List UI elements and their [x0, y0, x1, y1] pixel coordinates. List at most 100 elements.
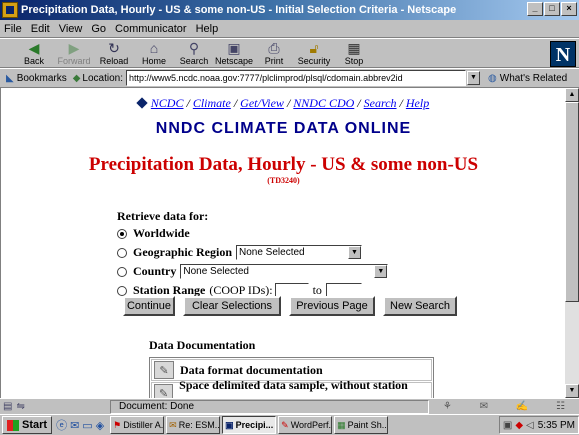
nav-ncdc-link[interactable]: NCDC — [151, 96, 184, 110]
nav-climate-link[interactable]: Climate — [193, 96, 231, 110]
stop-button[interactable]: ▦ Stop — [334, 39, 374, 69]
menu-help[interactable]: Help — [196, 23, 219, 35]
nav-separator: / — [399, 96, 403, 110]
clock[interactable]: 5:35 PM — [538, 420, 575, 431]
mail-icon[interactable]: ✉ — [480, 401, 488, 412]
scroll-down-button[interactable]: ▼ — [565, 384, 579, 398]
menu-view[interactable]: View — [59, 23, 83, 35]
task-label: Distiller A... — [123, 420, 165, 430]
doc-sample-label: Space delimited data sample, without sta… — [179, 378, 408, 398]
task-wordperfect[interactable]: ✎ WordPerf... — [278, 416, 333, 434]
station-range-radio[interactable] — [117, 285, 127, 296]
back-label: Back — [23, 56, 44, 66]
bookmarks-label: Bookmarks — [16, 72, 67, 84]
volume-icon[interactable]: ◁ — [526, 420, 534, 431]
start-button[interactable]: Start — [2, 416, 53, 434]
reload-button[interactable]: ↻ Reload — [94, 39, 134, 69]
minimize-button[interactable]: _ — [527, 2, 543, 16]
previous-page-button[interactable]: Previous Page — [289, 296, 375, 316]
nav-nndc-cdo-link[interactable]: NNDC CDO — [293, 96, 354, 110]
print-icon: ⎙ — [268, 40, 280, 56]
stop-icon: ▦ — [347, 40, 361, 56]
bookmarks-button[interactable]: ◣ Bookmarks — [6, 73, 67, 84]
selection-form: Retrieve data for: Worldwide Geographic … — [117, 208, 389, 300]
doc-row: ✎ Space delimited data sample, without s… — [151, 378, 432, 398]
tray-icon[interactable]: ◆ — [515, 420, 523, 431]
data-documentation: Data Documentation ✎ Data format documen… — [149, 338, 434, 398]
quicklaunch-desktop-icon[interactable]: ▭ — [82, 419, 92, 432]
page-title: Precipitation Data, Hourly - US & some n… — [88, 154, 479, 175]
chevron-down-icon: ▼ — [374, 265, 388, 278]
netscape-icon: ▣ — [227, 40, 241, 56]
dataset-code: (TD3240) — [267, 176, 300, 185]
scroll-up-button[interactable]: ▲ — [565, 88, 579, 102]
stop-label: Stop — [344, 56, 364, 66]
related-icon: ◍ — [488, 72, 497, 84]
close-button[interactable]: × — [561, 2, 577, 16]
status-bar: ▤ ⇋ Document: Done ⚘ ✉ ✍ ☷ — [0, 398, 579, 414]
new-search-button[interactable]: New Search — [383, 296, 457, 316]
menu-go[interactable]: Go — [91, 23, 106, 35]
whats-related-label: What's Related — [499, 72, 568, 84]
navigator-icon[interactable]: ⚘ — [443, 401, 452, 412]
quicklaunch-channels-icon[interactable]: ◈ — [96, 419, 104, 432]
task-label: Re: ESM... — [178, 420, 221, 430]
tray-icon[interactable]: ▣ — [503, 420, 512, 431]
window-titlebar[interactable]: Precipitation Data, Hourly - US & some n… — [0, 0, 579, 20]
country-radio[interactable] — [117, 266, 127, 277]
home-label: Home — [141, 56, 166, 66]
task-paintshop[interactable]: ▦ Paint Sh... — [334, 416, 389, 434]
continue-button[interactable]: Continue — [123, 296, 175, 316]
worldwide-radio[interactable] — [117, 228, 127, 239]
menu-communicator[interactable]: Communicator — [115, 23, 187, 35]
scroll-thumb[interactable] — [565, 102, 579, 302]
search-button[interactable]: ⚲ Search — [174, 39, 214, 69]
print-button[interactable]: ⎙ Print — [254, 39, 294, 69]
reload-label: Reload — [99, 56, 129, 66]
composer-icon[interactable]: ✍ — [516, 401, 528, 412]
region-radio[interactable] — [117, 247, 127, 258]
region-option: Geographic Region None Selected ▼ — [117, 243, 388, 262]
netscape-window-icon[interactable] — [2, 2, 18, 18]
back-button[interactable]: ◀ Back — [14, 39, 54, 69]
country-select[interactable]: None Selected ▼ — [180, 264, 389, 279]
newsgroup-icon[interactable]: ☷ — [556, 401, 565, 412]
online-status-icon[interactable]: ⇋ — [16, 401, 24, 412]
netscape-logo: N — [550, 41, 576, 67]
bookmark-icon: ◣ — [6, 72, 14, 84]
security-button[interactable]: 🔓︎ Security — [294, 39, 334, 69]
nav-getview-link[interactable]: Get/View — [240, 96, 284, 110]
task-email[interactable]: ✉ Re: ESM... — [166, 416, 221, 434]
quicklaunch-ie-icon[interactable]: ⓔ — [56, 417, 67, 433]
worldwide-option[interactable]: Worldwide — [117, 224, 388, 243]
location-label: Location: — [82, 72, 124, 84]
task-distiller[interactable]: ⚑ Distiller A... — [110, 416, 165, 434]
home-icon: ⌂ — [149, 40, 159, 56]
clear-selections-button[interactable]: Clear Selections — [183, 296, 281, 316]
maximize-button[interactable]: □ — [544, 2, 560, 16]
site-title: NNDC CLIMATE DATA ONLINE — [155, 120, 412, 137]
document-icon[interactable]: ✎ — [154, 361, 174, 379]
task-netscape-precip[interactable]: ▣ Precipi... — [222, 416, 277, 434]
netscape-button[interactable]: ▣ Netscape — [214, 39, 254, 69]
vertical-scrollbar[interactable]: ▲ ▼ — [565, 88, 579, 398]
country-select-value: None Selected — [183, 266, 249, 277]
region-select[interactable]: None Selected ▼ — [236, 245, 362, 260]
quicklaunch-outlook-icon[interactable]: ✉ — [70, 419, 79, 432]
wordperfect-icon: ✎ — [281, 419, 289, 430]
nav-help-link[interactable]: Help — [406, 96, 429, 110]
security-status-icon[interactable]: ▤ — [3, 401, 12, 412]
url-dropdown-button[interactable]: ▼ — [467, 71, 481, 85]
nav-search-link[interactable]: Search — [364, 96, 397, 110]
home-button[interactable]: ⌂ Home — [134, 39, 174, 69]
url-input[interactable]: http://www5.ncdc.noaa.gov:7777/plclimpro… — [126, 70, 467, 86]
menu-edit[interactable]: Edit — [31, 23, 50, 35]
window-controls: _ □ × — [526, 2, 577, 16]
forward-button[interactable]: ▶ Forward — [54, 39, 94, 69]
component-bar: ⚘ ✉ ✍ ☷ — [429, 401, 579, 412]
menu-file[interactable]: File — [4, 23, 22, 35]
whats-related-button[interactable]: ◍ What's Related — [488, 73, 567, 84]
document-icon[interactable]: ✎ — [154, 384, 174, 398]
nav-separator: / — [186, 96, 190, 110]
country-option: Country None Selected ▼ — [117, 262, 389, 281]
